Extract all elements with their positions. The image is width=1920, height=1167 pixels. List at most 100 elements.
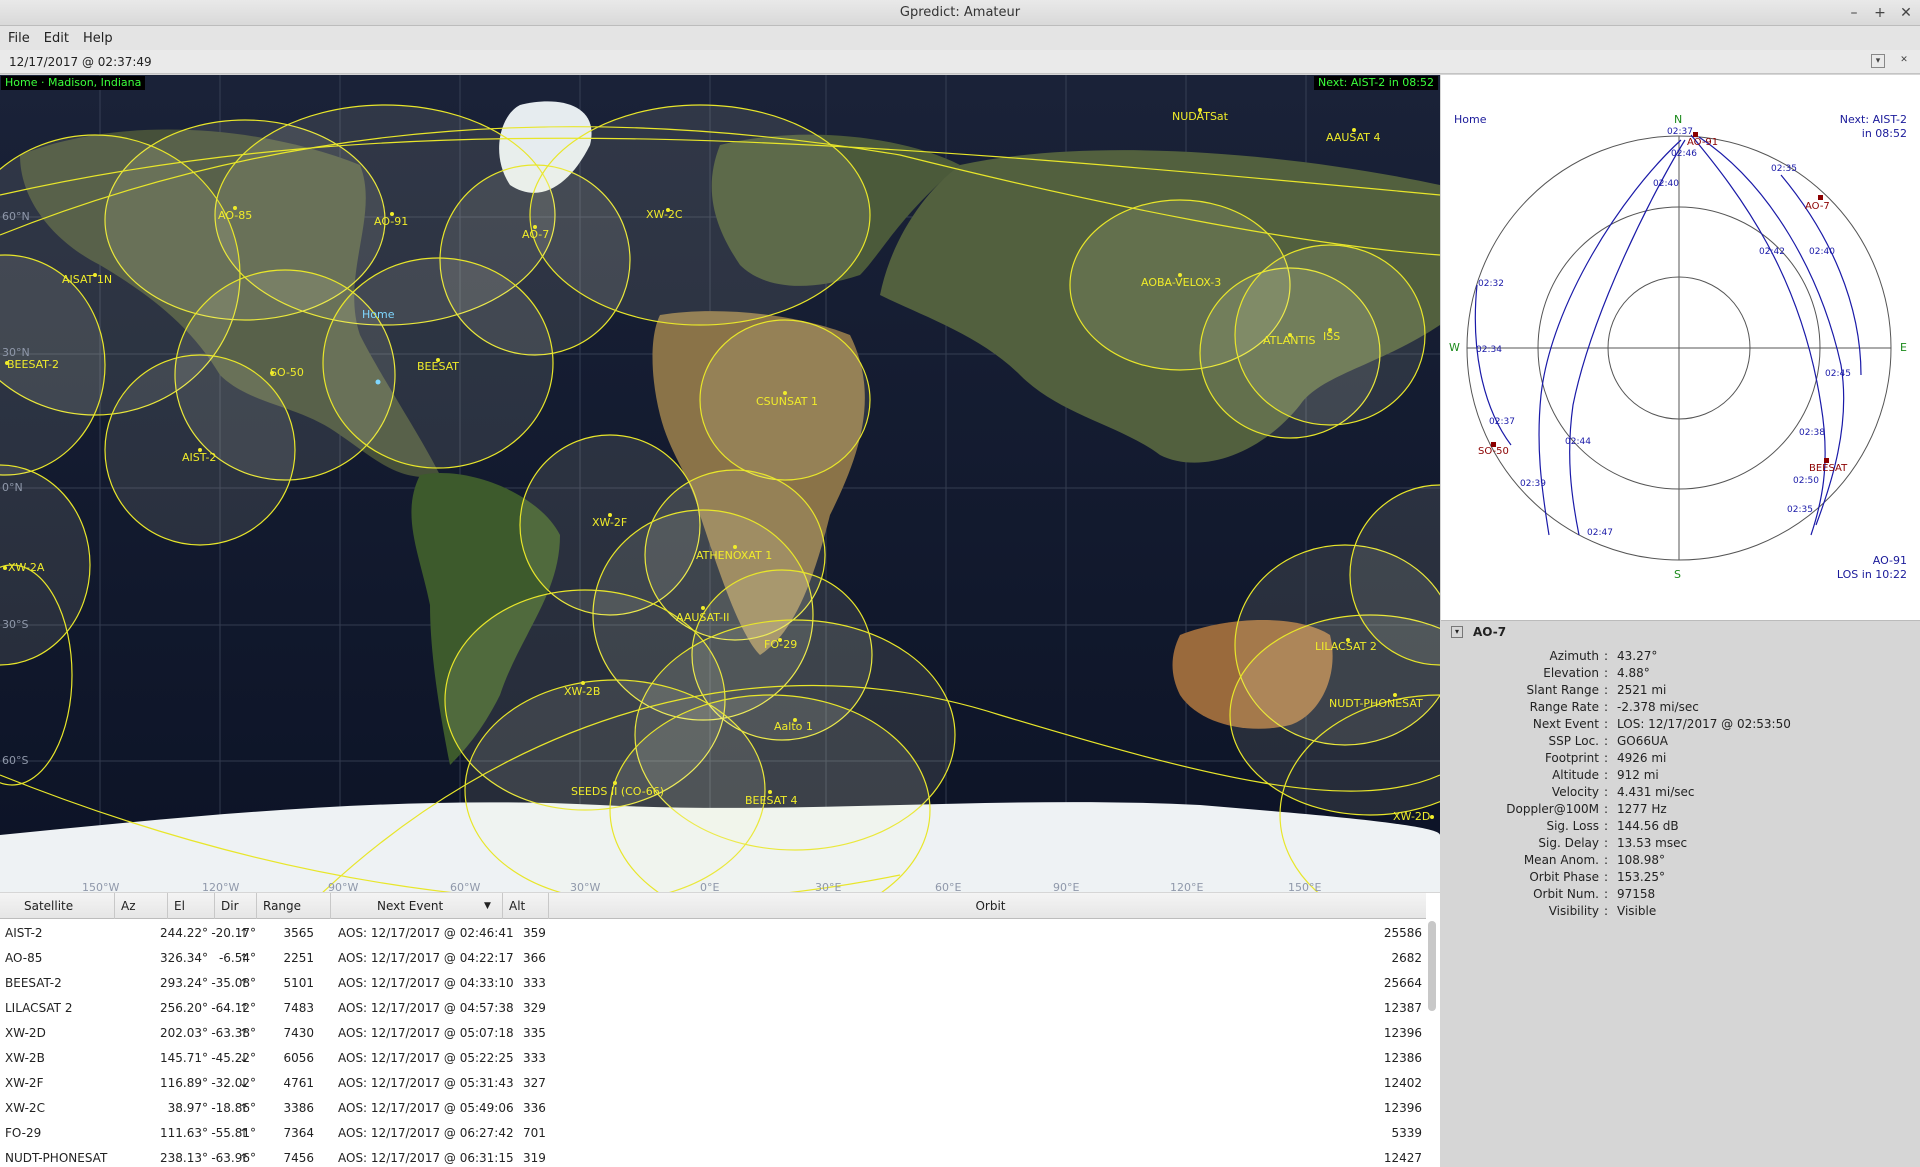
sat-label[interactable]: XW-2D: [1393, 810, 1430, 823]
polar-sat-label[interactable]: BEESAT: [1809, 463, 1847, 474]
sat-label[interactable]: CSUNSAT 1: [756, 395, 818, 408]
sat-label[interactable]: AAUSAT 4: [1326, 131, 1380, 144]
sat-label[interactable]: SEEDS II (CO-66): [571, 785, 664, 798]
window-controls: – + ✕: [1846, 0, 1914, 26]
cell-az: 326.34°: [160, 951, 208, 965]
cell-next-event: AOS: 12/17/2017 @ 05:49:06: [338, 1101, 514, 1115]
sat-label[interactable]: AOBA-VELOX-3: [1141, 276, 1221, 289]
sat-label[interactable]: SO-50: [270, 366, 304, 379]
info-label: Orbit Num.: [1533, 887, 1599, 901]
world-map[interactable]: NUDATSat AAUSAT 4 AO-85 AO-91 AO-7 XW-2C…: [0, 75, 1440, 892]
col-el[interactable]: El: [168, 893, 215, 919]
polar-sat-label[interactable]: AO-91: [1687, 137, 1718, 148]
sat-label[interactable]: ISS: [1323, 330, 1340, 343]
sat-label[interactable]: AIST-2: [182, 451, 216, 464]
cell-alt: 333: [523, 976, 546, 990]
module-close-icon[interactable]: ✕: [1897, 54, 1911, 68]
sat-label[interactable]: XW-2A: [8, 561, 44, 574]
cell-range: 3386: [283, 1101, 314, 1115]
cell-orbit: 12396: [1383, 1026, 1422, 1040]
sat-label[interactable]: AO-7: [522, 228, 549, 241]
sat-label[interactable]: BEESAT-2: [7, 358, 59, 371]
cell-el: -63.96°: [211, 1151, 256, 1165]
col-orbit[interactable]: Orbit: [549, 893, 1426, 919]
polar-labels: Home Next: AIST-2 in 08:52 N S E W AO-91…: [1441, 75, 1920, 620]
cell-orbit: 12396: [1383, 1101, 1422, 1115]
sat-label[interactable]: AAUSAT-II: [676, 611, 729, 624]
sat-label[interactable]: BEESAT 4: [745, 794, 798, 807]
sat-label[interactable]: FO-29: [764, 638, 797, 651]
cell-alt: 336: [523, 1101, 546, 1115]
sat-label[interactable]: XW-2B: [564, 685, 600, 698]
sat-label[interactable]: BEESAT: [417, 360, 459, 373]
info-label: Elevation: [1543, 666, 1599, 680]
sat-label[interactable]: AO-85: [218, 209, 252, 222]
info-menu-icon[interactable]: ▾: [1451, 626, 1463, 638]
info-header: ▾ AO-7: [1451, 625, 1506, 639]
sat-label[interactable]: NUDATSat: [1172, 110, 1228, 123]
polar-sat-label[interactable]: SO-50: [1478, 446, 1509, 457]
table-row[interactable]: NUDT-PHONESAT 238.13° -63.96° ↑ 7456 AOS: 12/…: [0, 1146, 1426, 1167]
sat-label[interactable]: XW-2F: [592, 516, 627, 529]
satellite-list-table[interactable]: Satellite Az El Dir Range Next Event ▼ A…: [0, 893, 1440, 1167]
cell-dir: ↑: [239, 951, 250, 965]
sat-label[interactable]: XW-2C: [646, 208, 683, 221]
module-menu-icon[interactable]: ▾: [1871, 54, 1885, 68]
info-value: 4.431 mi/sec: [1617, 785, 1695, 799]
polar-sat-label[interactable]: AO-7: [1805, 201, 1830, 212]
minimize-icon[interactable]: –: [1846, 0, 1862, 26]
cell-next-event: AOS: 12/17/2017 @ 02:46:41: [338, 926, 514, 940]
table-row[interactable]: AO-85 326.34° -6.54° ↑ 2251 AOS: 12/17/2017 @…: [0, 946, 1426, 971]
polar-next-label-1: Next: AIST-2: [1839, 113, 1907, 126]
lon-label: 150°E: [1288, 881, 1322, 892]
sat-label[interactable]: ATHENOXAT 1: [696, 549, 772, 562]
table-row[interactable]: XW-2C 38.97° -18.86° ↑ 3386 AOS: 12/17/2017 @…: [0, 1096, 1426, 1121]
sat-label[interactable]: ATLANTIS: [1263, 334, 1315, 347]
menu-help[interactable]: Help: [83, 31, 113, 46]
sat-label[interactable]: Aalto 1: [774, 720, 813, 733]
sat-label[interactable]: AO-91: [374, 215, 408, 228]
table-row[interactable]: BEESAT-2 293.24° -35.08° ↑ 5101 AOS: 12/17/20…: [0, 971, 1426, 996]
info-row: Next Event: LOS: 12/17/2017 @ 02:53:50: [1441, 716, 1920, 733]
menubar: File Edit Help: [0, 26, 1920, 50]
cell-satellite: XW-2B: [5, 1051, 45, 1065]
col-satellite[interactable]: Satellite: [0, 893, 115, 919]
col-range[interactable]: Range: [257, 893, 331, 919]
cell-dir: ↑: [239, 1101, 250, 1115]
col-az[interactable]: Az: [115, 893, 168, 919]
cell-next-event: AOS: 12/17/2017 @ 05:31:43: [338, 1076, 514, 1090]
col-dir[interactable]: Dir: [215, 893, 257, 919]
cell-dir: ↓: [239, 1051, 250, 1065]
col-alt[interactable]: Alt: [503, 893, 549, 919]
info-value: GO66UA: [1617, 734, 1669, 748]
table-row[interactable]: XW-2D 202.03° -63.38° ↑ 7430 AOS: 12/17/2017 …: [0, 1021, 1426, 1046]
menu-edit[interactable]: Edit: [44, 31, 69, 46]
info-value: 1277 Hz: [1617, 802, 1667, 816]
home-location-label: Home · Madison, Indiana: [1, 76, 146, 90]
polar-view[interactable]: Home Next: AIST-2 in 08:52 N S E W AO-91…: [1441, 75, 1920, 620]
table-scrollbar[interactable]: [1428, 921, 1436, 1011]
info-row: Orbit Phase:153.25°: [1441, 869, 1920, 886]
maximize-icon[interactable]: +: [1872, 0, 1888, 26]
table-row[interactable]: FO-29 111.63° -55.81° ↑ 7364 AOS: 12/17/2017 …: [0, 1121, 1426, 1146]
info-row: Elevation:4.88°: [1441, 665, 1920, 682]
polar-time: 02:44: [1565, 437, 1591, 447]
table-row[interactable]: AIST-2 244.22° -20.17° ↑ 3565 AOS: 12/17/2017…: [0, 921, 1426, 946]
table-row[interactable]: XW-2F 116.89° -32.02° ↓ 4761 AOS: 12/17/2017 …: [0, 1071, 1426, 1096]
cell-dir: ↑: [239, 1151, 250, 1165]
polar-time: 02:40: [1653, 179, 1679, 189]
sat-label[interactable]: LILACSAT 2: [1315, 640, 1377, 653]
table-row[interactable]: LILACSAT 2 256.20° -64.12° ↑ 7483 AOS: 12/17/…: [0, 996, 1426, 1021]
cell-range: 7430: [283, 1026, 314, 1040]
sat-label[interactable]: NUDT-PHONESAT: [1329, 697, 1423, 710]
menu-file[interactable]: File: [8, 31, 30, 46]
next-event-label: Next: AIST-2 in 08:52: [1314, 76, 1438, 90]
close-icon[interactable]: ✕: [1898, 0, 1914, 26]
sat-label[interactable]: AISAT 1N: [62, 273, 112, 286]
polar-los-1: AO-91: [1872, 554, 1907, 567]
col-next-event[interactable]: Next Event: [331, 893, 503, 919]
table-row[interactable]: XW-2B 145.71° -45.22° ↓ 6056 AOS: 12/17/2017 …: [0, 1046, 1426, 1071]
cell-alt: 701: [523, 1126, 546, 1140]
window-title: Gpredict: Amateur: [899, 5, 1021, 20]
info-separator: :: [1604, 734, 1609, 748]
